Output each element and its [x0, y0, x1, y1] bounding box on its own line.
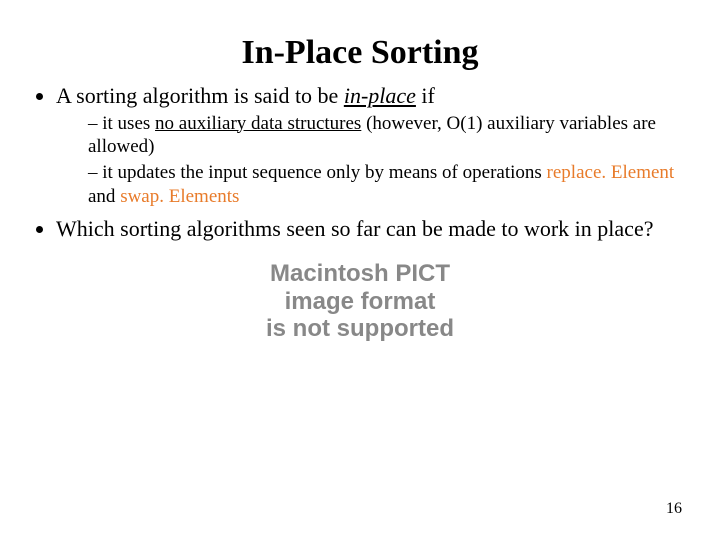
text-fragment: if [416, 83, 435, 108]
op-swap-elements: swap. Elements [120, 186, 239, 207]
bullet-item-question: Which sorting algorithms seen so far can… [56, 215, 692, 243]
emphasis-in-place: in-place [344, 83, 416, 108]
text-fragment: and [88, 186, 120, 207]
slide: In-Place Sorting A sorting algorithm is … [0, 0, 720, 540]
text-fragment: it uses [102, 113, 155, 134]
sub-bullet-operations: it updates the input sequence only by me… [88, 161, 692, 209]
text-fragment: it updates the input sequence only by me… [102, 162, 546, 183]
bullet-list-level-1: A sorting algorithm is said to be in-pla… [28, 82, 692, 242]
bullet-list-level-2: it uses no auxiliary data structures (ho… [56, 112, 692, 209]
op-replace-element: replace. Element [547, 162, 675, 183]
underline-no-aux: no auxiliary data structures [155, 113, 361, 134]
bullet-item-definition: A sorting algorithm is said to be in-pla… [56, 82, 692, 209]
pict-unsupported-placeholder: Macintosh PICT image format is not suppo… [225, 260, 495, 343]
pict-line: is not supported [225, 315, 495, 343]
page-number: 16 [666, 500, 682, 518]
sub-bullet-no-aux: it uses no auxiliary data structures (ho… [88, 112, 692, 160]
text-fragment: A sorting algorithm is said to be [56, 83, 344, 108]
pict-line: image format [225, 288, 495, 316]
pict-line: Macintosh PICT [225, 260, 495, 288]
slide-title: In-Place Sorting [28, 34, 692, 72]
